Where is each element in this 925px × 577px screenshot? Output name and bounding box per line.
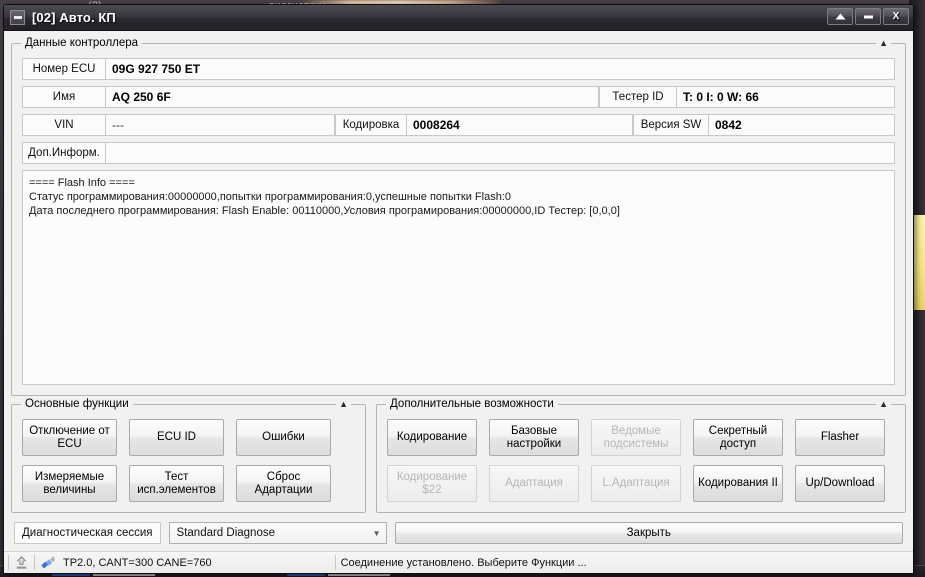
statusbar-connection-cell: Соединение установлено. Выберите Функции…: [336, 552, 592, 573]
button-measured-values[interactable]: Измеряемые величины: [22, 465, 117, 502]
main-functions-collapse-toggle[interactable]: ▲: [336, 399, 351, 409]
minimize-button[interactable]: [855, 8, 881, 25]
sw-version-value[interactable]: 0842: [709, 114, 895, 136]
controller-data-collapse-toggle[interactable]: ▲: [876, 38, 891, 48]
diagnostic-session-label: Диагностическая сессия: [14, 522, 161, 544]
controller-data-legend: Данные контроллера: [21, 37, 143, 49]
extra-functions-group: Дополнительные возможности ▲ Кодирование…: [376, 398, 906, 513]
coding-value[interactable]: 0008264: [407, 114, 633, 136]
statusbar-protocol-text: TP2.0, CANT=300 CANE=760: [63, 556, 212, 569]
tester-id-label: Тестер ID: [599, 86, 677, 108]
controller-data-group: Данные контроллера ▲ Номер ECU 09G 927 7…: [11, 37, 906, 396]
vin-value[interactable]: ---: [106, 114, 335, 136]
row-name: Имя AQ 250 6F Тестер ID T: 0 I: 0 W: 66: [22, 86, 895, 108]
row-vin: VIN --- Кодировка 0008264 Версия SW 0842: [22, 114, 895, 136]
controller-data-body: Номер ECU 09G 927 750 ET Имя AQ 250 6F Т…: [12, 44, 905, 395]
statusbar-connection-text: Соединение установлено. Выберите Функции…: [340, 556, 587, 569]
function-groups-row: Основные функции ▲ Отключение от ECU ECU…: [11, 396, 906, 513]
coding-label: Кодировка: [335, 114, 407, 136]
close-button[interactable]: X: [883, 8, 909, 25]
diagnostic-session-select[interactable]: Standard Diagnose ▼: [168, 522, 387, 544]
tester-id-value[interactable]: T: 0 I: 0 W: 66: [677, 86, 895, 108]
extra-functions-button-grid: Кодирование Базовые настройки Ведомые по…: [387, 419, 895, 502]
name-label: Имя: [22, 86, 106, 108]
extra-info-value[interactable]: [106, 142, 895, 164]
up-arrow-icon: [835, 13, 845, 20]
diagnostic-session-value: Standard Diagnose: [176, 527, 275, 539]
extra-functions-legend: Дополнительные возможности: [386, 398, 558, 410]
name-value[interactable]: AQ 250 6F: [106, 86, 599, 108]
extra-functions-collapse-toggle[interactable]: ▲: [876, 399, 891, 409]
button-disconnect-ecu[interactable]: Отключение от ECU: [22, 419, 117, 456]
button-ecu-id[interactable]: ECU ID: [129, 419, 224, 456]
ecu-number-value[interactable]: 09G 927 750 ET: [106, 58, 895, 80]
extra-info-label: Доп.Информ.: [22, 142, 106, 164]
statusbar-upload-cell[interactable]: [9, 552, 34, 573]
extra-functions-body: Кодирование Базовые настройки Ведомые по…: [377, 405, 905, 512]
main-functions-button-grid: Отключение от ECU ECU ID Ошибки Измеряем…: [22, 419, 355, 502]
row-extra-info: Доп.Информ.: [22, 142, 895, 164]
close-window-button[interactable]: Закрыть: [394, 522, 903, 544]
window-title: [02] Авто. КП: [32, 10, 116, 25]
button-up-download[interactable]: Up/Download: [795, 465, 885, 502]
vin-label: VIN: [22, 114, 106, 136]
statusbar: TP2.0, CANT=300 CANE=760 Соединение уста…: [4, 551, 913, 573]
statusbar-protocol-cell: TP2.0, CANT=300 CANE=760: [35, 552, 217, 573]
session-bar: Диагностическая сессия Standard Diagnose…: [11, 513, 906, 551]
button-slave-subsystems: Ведомые подсистемы: [591, 419, 681, 456]
button-coding[interactable]: Кодирование: [387, 419, 477, 456]
flash-info-textarea[interactable]: ==== Flash Info ==== Статус программиров…: [22, 170, 895, 385]
minimize-icon: [863, 15, 873, 19]
window-icon: [10, 10, 25, 25]
button-flasher[interactable]: Flasher: [795, 419, 885, 456]
button-adaptation: Адаптация: [489, 465, 579, 502]
window-client-area: Данные контроллера ▲ Номер ECU 09G 927 7…: [4, 31, 913, 573]
plug-icon: [41, 556, 56, 569]
window-titlebar[interactable]: [02] Авто. КП X: [4, 5, 913, 31]
sw-version-label: Версия SW: [633, 114, 709, 136]
background-yellow-window: [913, 215, 925, 310]
main-window: [02] Авто. КП X Данные контроллера ▲ Ном…: [3, 4, 914, 574]
button-coding-2[interactable]: Кодирования II: [693, 465, 783, 502]
button-long-adaptation: L.Адаптация: [591, 465, 681, 502]
button-basic-settings[interactable]: Базовые настройки: [489, 419, 579, 456]
close-icon: X: [892, 11, 900, 22]
window-controls: X: [827, 8, 909, 25]
ecu-number-label: Номер ECU: [22, 58, 106, 80]
chevron-down-icon: ▼: [372, 528, 381, 538]
main-functions-group: Основные функции ▲ Отключение от ECU ECU…: [11, 398, 366, 513]
row-ecu-number: Номер ECU 09G 927 750 ET: [22, 58, 895, 80]
button-actuator-test[interactable]: Тест исп.элементов: [129, 465, 224, 502]
main-functions-body: Отключение от ECU ECU ID Ошибки Измеряем…: [12, 405, 365, 512]
upload-icon: [16, 556, 27, 569]
button-coding-22: Кодирование $22: [387, 465, 477, 502]
button-secret-access[interactable]: Секретный доступ: [693, 419, 783, 456]
restore-button[interactable]: [827, 8, 853, 25]
button-reset-adaptation[interactable]: Сброс Адартации: [236, 465, 331, 502]
button-faults[interactable]: Ошибки: [236, 419, 331, 456]
main-functions-legend: Основные функции: [21, 398, 133, 410]
